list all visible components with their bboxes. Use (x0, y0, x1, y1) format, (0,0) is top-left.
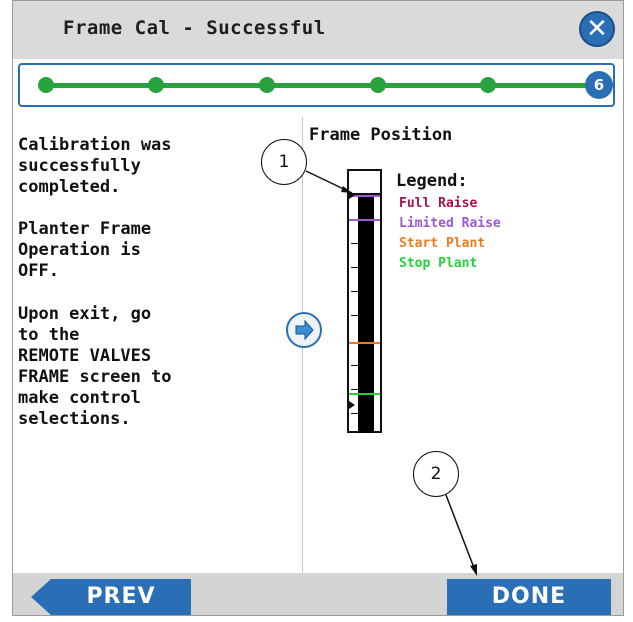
gauge-tick (351, 413, 358, 414)
arrow-right-icon[interactable] (286, 312, 322, 348)
progress-step-1 (38, 77, 54, 93)
progress-step-5 (480, 77, 496, 93)
callout-1: 1 (261, 139, 307, 185)
legend-limited-raise: Limited Raise (399, 216, 501, 231)
page-title: Frame Cal - Successful (63, 17, 326, 39)
gauge-tick (351, 267, 358, 268)
callout-2: 2 (413, 451, 459, 497)
prev-button[interactable]: PREV (51, 579, 191, 615)
progress-step-4 (370, 77, 386, 93)
frame-operation-message: Planter Frame Operation is OFF. (18, 219, 152, 281)
gauge-tick (351, 389, 358, 390)
gauge-tick (351, 243, 358, 244)
limited-raise-marker (349, 219, 380, 221)
legend-start-plant: Start Plant (399, 236, 486, 251)
exit-instruction-message: Upon exit, go to the REMOTE VALVES FRAME… (18, 304, 172, 429)
done-button[interactable]: DONE (447, 579, 611, 615)
gauge-tick (351, 291, 358, 292)
title-bar: Frame Cal - Successful ✕ (13, 1, 623, 59)
legend-title: Legend: (396, 171, 468, 191)
gauge-tick (351, 365, 358, 366)
progress-indicator: 6 (18, 63, 615, 107)
close-icon[interactable]: ✕ (579, 11, 615, 47)
position-pointer-icon (349, 191, 355, 199)
gauge-tick (351, 315, 358, 316)
progress-step-current: 6 (585, 71, 613, 99)
gauge-fill (358, 195, 374, 433)
stop-plant-marker (349, 393, 380, 395)
frame-position-title: Frame Position (309, 125, 453, 145)
prev-arrow-icon[interactable] (31, 579, 51, 615)
progress-step-2 (148, 77, 164, 93)
legend-full-raise: Full Raise (399, 196, 478, 211)
progress-line (42, 83, 590, 88)
calibration-message: Calibration was successfully completed. (18, 135, 172, 197)
frame-position-gauge (347, 169, 382, 433)
progress-step-3 (259, 77, 275, 93)
legend-stop-plant: Stop Plant (399, 256, 478, 271)
position-pointer-icon (349, 401, 355, 409)
start-plant-marker (349, 342, 380, 344)
screen-frame: Frame Cal - Successful ✕ 6 Calibration w… (12, 0, 624, 616)
